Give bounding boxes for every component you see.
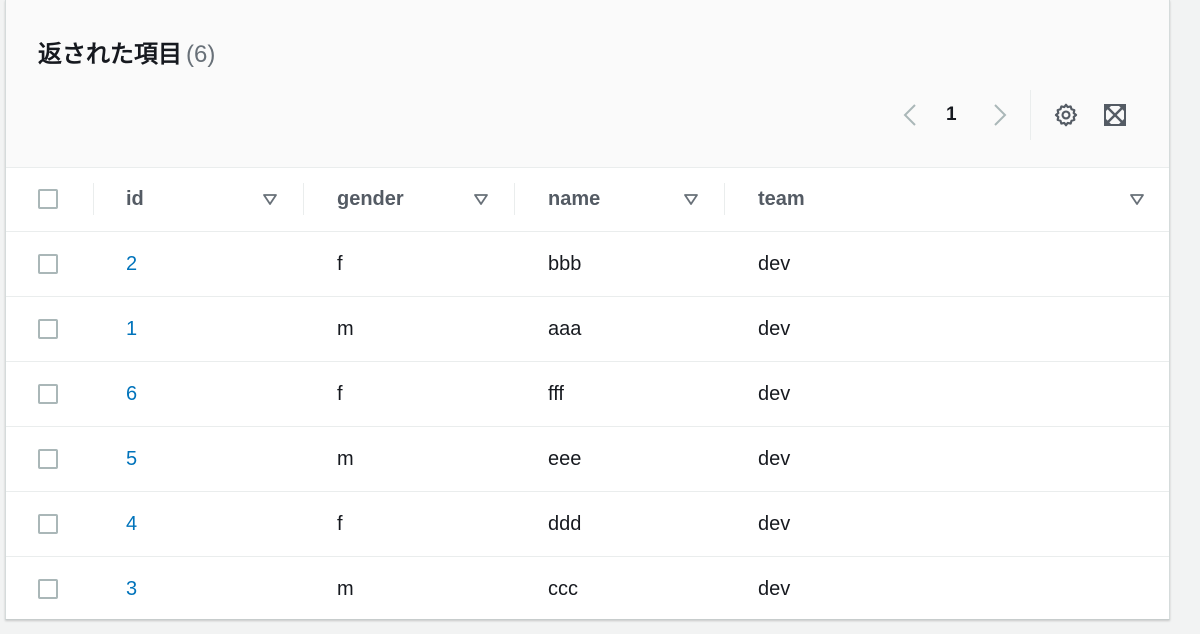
cell-gender: m [337, 577, 354, 600]
cell-name: eee [548, 447, 582, 470]
column-separator [514, 183, 515, 215]
column-separator [303, 183, 304, 215]
fullscreen-icon [1104, 104, 1126, 126]
table-row: 6 f fff dev [6, 362, 1169, 427]
cell-name: ccc [548, 577, 578, 600]
column-separator [724, 183, 725, 215]
item-count: (6) [186, 41, 216, 68]
page-number-1[interactable]: 1 [946, 104, 957, 126]
cell-name: bbb [548, 252, 582, 275]
cell-gender: f [337, 252, 343, 275]
panel-title-text: 返された項目 [38, 41, 182, 68]
results-panel: 返された項目 (6) 1 id gender name team 2 f bbb… [5, 0, 1170, 620]
sort-icon[interactable] [1129, 191, 1145, 207]
cell-team: dev [758, 252, 791, 275]
row-checkbox[interactable] [38, 514, 58, 534]
column-header-id[interactable]: id [126, 167, 144, 231]
cell-team: dev [758, 382, 791, 405]
chevron-right-icon [994, 104, 1007, 126]
table-tools: 1 [6, 90, 1169, 140]
table-header-row: id gender name team [6, 167, 1169, 232]
cell-gender: f [337, 512, 343, 535]
cell-name: fff [548, 382, 564, 405]
cell-gender: m [337, 317, 354, 340]
column-header-gender[interactable]: gender [337, 167, 404, 231]
item-id-link[interactable]: 1 [126, 297, 137, 361]
table-row: 1 m aaa dev [6, 297, 1169, 362]
row-checkbox[interactable] [38, 579, 58, 599]
previous-page-button[interactable] [899, 102, 921, 128]
row-checkbox[interactable] [38, 319, 58, 339]
item-id-link[interactable]: 2 [126, 232, 137, 296]
cell-team: dev [758, 317, 791, 340]
cell-team: dev [758, 577, 791, 600]
sort-icon[interactable] [683, 191, 699, 207]
preferences-button[interactable] [1053, 102, 1079, 128]
item-id-link[interactable]: 6 [126, 362, 137, 426]
cell-gender: m [337, 447, 354, 470]
chevron-left-icon [903, 104, 916, 126]
toolbar-divider [1030, 90, 1031, 140]
fullscreen-button[interactable] [1102, 102, 1128, 128]
table-row: 4 f ddd dev [6, 492, 1169, 557]
column-header-team[interactable]: team [758, 167, 805, 231]
column-header-name[interactable]: name [548, 167, 600, 231]
row-checkbox[interactable] [38, 449, 58, 469]
table-row: 3 m ccc dev [6, 557, 1169, 622]
item-id-link[interactable]: 3 [126, 557, 137, 621]
row-checkbox[interactable] [38, 384, 58, 404]
table-row: 2 f bbb dev [6, 232, 1169, 297]
cell-name: ddd [548, 512, 582, 535]
sort-icon[interactable] [262, 191, 278, 207]
cell-team: dev [758, 512, 791, 535]
next-page-button[interactable] [989, 102, 1011, 128]
cell-gender: f [337, 382, 343, 405]
item-id-link[interactable]: 5 [126, 427, 137, 491]
column-separator [93, 183, 94, 215]
select-all-checkbox[interactable] [38, 189, 58, 209]
panel-header: 返された項目 (6) 1 [6, 0, 1169, 168]
row-checkbox[interactable] [38, 254, 58, 274]
sort-icon[interactable] [473, 191, 489, 207]
item-id-link[interactable]: 4 [126, 492, 137, 556]
cell-team: dev [758, 447, 791, 470]
table-row: 5 m eee dev [6, 427, 1169, 492]
cell-name: aaa [548, 317, 582, 340]
panel-title: 返された項目 (6) [38, 34, 215, 69]
gear-icon [1054, 103, 1078, 127]
